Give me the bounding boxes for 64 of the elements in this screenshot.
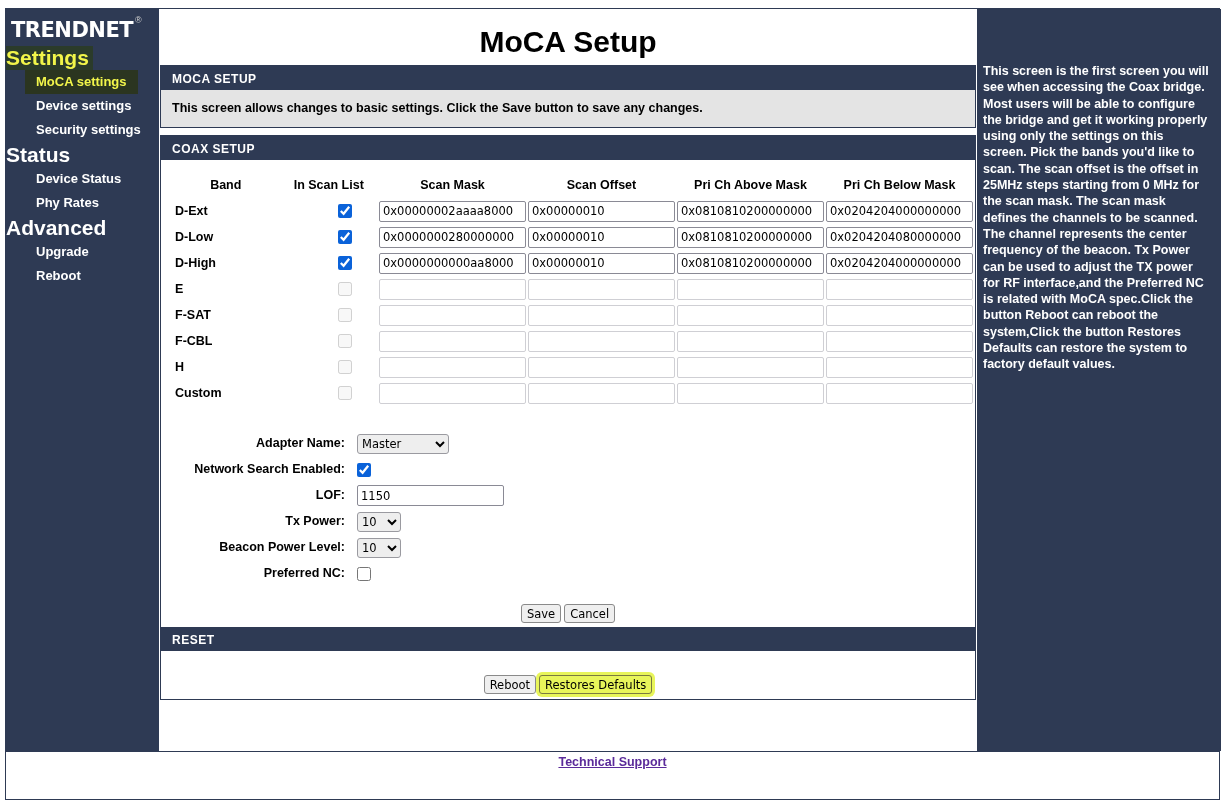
sidebar-heading: Settings	[6, 46, 93, 70]
logo: TRENDNET	[11, 17, 134, 44]
band-label: Custom	[175, 386, 222, 400]
field-label: Network Search Enabled:	[193, 461, 345, 478]
sidebar-heading: Status	[6, 143, 71, 167]
support-link[interactable]: Technical Support	[558, 755, 667, 771]
dropdown[interactable]: 10	[357, 537, 401, 558]
checkbox[interactable]	[338, 204, 352, 219]
help-text: This screen is the first screen you will see when accessing the Coax bridge. Most users will be able to configure the bridge and get it working properly using only the settings on this screen. Pick the bands you'd like to scan. The scan offset is the offset in 25MHz steps starting from 0 MHz for the scan mask. The scan mask defines the channels to be scanned. The channel represents the center frequency of the beacon. Tx Power can be used to adjust the TX power for RF interface,and the Preferred NC is related with MoCA spec.Click the button Reboot can reboot the system,Click the button Restores Defaults can restore the system to factory default values.	[982, 63, 1210, 373]
sidebar-item[interactable]: Reboot	[25, 264, 92, 288]
field-label: Tx Power:	[284, 513, 345, 530]
input-field[interactable]: 0x0810810200000000	[677, 226, 824, 248]
band-label: F-CBL	[175, 334, 213, 348]
input-field[interactable]: 0x0000000000aa8000	[379, 252, 526, 274]
input-field[interactable]: 0x0204204000000000	[826, 200, 973, 222]
band-label: F-SAT	[175, 308, 211, 322]
action-button[interactable]: Restores Defaults	[539, 675, 653, 694]
input-field[interactable]: 0x00000010	[528, 252, 675, 274]
checkbox[interactable]	[338, 256, 352, 271]
input-field[interactable]: 0x00000002aaaa8000	[379, 200, 526, 222]
dropdown[interactable]: 10	[357, 511, 401, 532]
section-header: RESET	[161, 627, 975, 651]
input-field[interactable]: 0x0810810200000000	[677, 200, 824, 222]
column-header: Scan Offset	[566, 178, 637, 192]
band-label: E	[175, 282, 184, 296]
dropdown[interactable]: Master	[357, 433, 449, 454]
sidebar-item[interactable]: MoCA settings	[25, 70, 138, 94]
band-label: D-Low	[175, 230, 214, 244]
action-button[interactable]: Cancel	[564, 604, 616, 623]
action-button[interactable]: Save	[520, 604, 562, 623]
band-label: H	[175, 360, 185, 374]
checkbox[interactable]	[357, 462, 371, 477]
registered-mark: ®	[135, 15, 142, 25]
input-field[interactable]: 1150	[357, 485, 504, 506]
input-field[interactable]: 0x0810810200000000	[677, 252, 824, 274]
field-label: Adapter Name:	[255, 435, 345, 452]
checkbox[interactable]	[357, 566, 371, 581]
column-header: Pri Ch Above Mask	[694, 178, 807, 192]
band-label: D-High	[175, 256, 216, 270]
input-field[interactable]: 0x00000010	[528, 200, 675, 222]
band-label: D-Ext	[175, 204, 208, 218]
input-field[interactable]: 0x00000010	[528, 226, 675, 248]
checkbox[interactable]	[338, 230, 352, 245]
column-header: In Scan List	[293, 178, 364, 192]
sidebar-heading: Advanced	[6, 216, 107, 240]
sidebar-item[interactable]: Device settings	[25, 94, 143, 118]
sidebar-item[interactable]: Phy Rates	[25, 191, 110, 215]
input-field[interactable]: 0x0204204080000000	[826, 226, 973, 248]
column-header: Pri Ch Below Mask	[843, 178, 956, 192]
input-field[interactable]: 0x0204204000000000	[826, 252, 973, 274]
sidebar-item[interactable]: Security settings	[25, 118, 152, 142]
page-title: MoCA Setup	[478, 25, 658, 59]
column-header: Scan Mask	[420, 178, 485, 192]
field-label: Preferred NC:	[262, 565, 345, 582]
sidebar-item[interactable]: Device Status	[25, 167, 133, 191]
section-description: This screen allows changes to basic settings. Click the Save button to save any changes.	[161, 90, 975, 127]
input-field[interactable]: 0x0000000280000000	[379, 226, 526, 248]
section-header: COAX SETUP	[161, 136, 975, 160]
action-button[interactable]: Reboot	[483, 675, 537, 694]
column-header: Band	[210, 178, 242, 192]
field-label: Beacon Power Level:	[218, 539, 345, 556]
section-header: MOCA SETUP	[161, 66, 975, 90]
field-label: LOF:	[314, 487, 345, 504]
sidebar-item[interactable]: Upgrade	[25, 240, 100, 264]
